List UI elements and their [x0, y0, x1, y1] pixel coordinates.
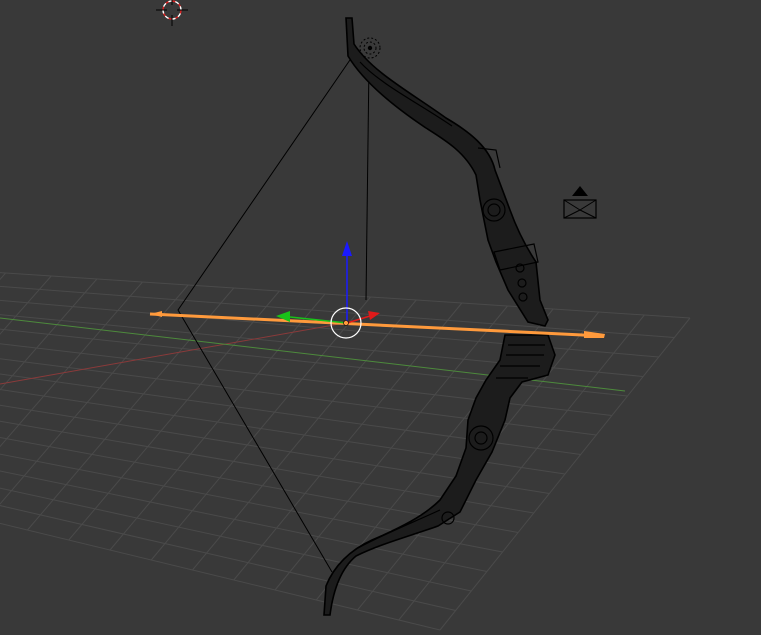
grid-line: [150, 296, 372, 561]
3d-cursor-icon[interactable]: [156, 0, 188, 26]
grid-line: [0, 278, 98, 391]
grid-line: [0, 272, 6, 281]
bow-mesh[interactable]: [323, 17, 556, 616]
3d-viewport[interactable]: [0, 0, 761, 635]
grid-line: [192, 299, 417, 571]
camera-icon[interactable]: [563, 186, 597, 219]
arrow-nock[interactable]: [150, 311, 162, 317]
object-origin: [343, 320, 349, 326]
viewport-scene[interactable]: [0, 0, 761, 635]
manipulator-z-handle[interactable]: [342, 241, 352, 256]
manipulator-x-axis[interactable]: [346, 315, 371, 324]
grid-line: [0, 522, 441, 631]
lamp-direction-line: [365, 61, 370, 301]
bow-string: [177, 56, 353, 573]
grid-line: [233, 302, 463, 581]
x-axis-line: [0, 322, 346, 385]
